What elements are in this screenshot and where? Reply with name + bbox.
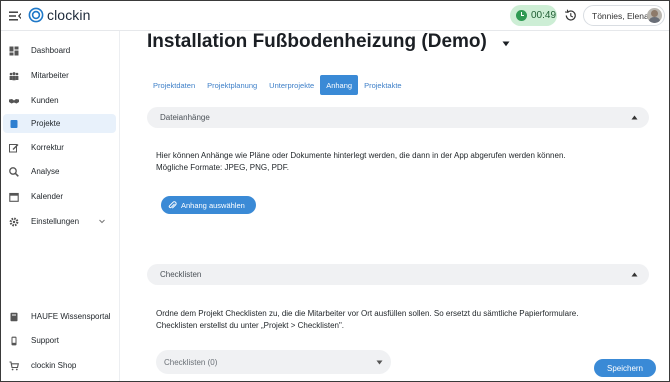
sidebar-item-dashboard[interactable]: Dashboard [3, 41, 116, 60]
handshake-icon [9, 96, 19, 106]
user-menu[interactable]: Tönnies, Elena [583, 5, 665, 26]
button-label: Anhang auswählen [181, 200, 245, 210]
main-content: Installation Fußbodenheizung (Demo) Proj… [121, 31, 669, 381]
paperclip-icon [168, 200, 177, 209]
section-title: Dateianhänge [160, 113, 210, 122]
attachments-section-header[interactable]: Dateianhänge [147, 107, 649, 128]
sidebar-item-kalender[interactable]: Kalender [3, 187, 116, 206]
attachments-description: Hier können Anhänge wie Pläne oder Dokum… [156, 151, 566, 160]
phone-icon [9, 336, 19, 346]
checklists-select[interactable]: Checklisten (0) [156, 350, 391, 374]
sidebar-item-label: Support [31, 336, 60, 345]
sidebar-item-label: Mitarbeiter [31, 71, 69, 80]
sidebar-item-label: Dashboard [31, 46, 71, 55]
save-button[interactable]: Speichern [594, 359, 656, 377]
caret-down-icon [376, 360, 383, 365]
brand-logo[interactable]: clockin [28, 7, 91, 23]
clock-icon [516, 10, 527, 21]
timer-value: 00:49 [531, 10, 557, 21]
tab-projektakte[interactable]: Projektakte [358, 75, 408, 95]
checklists-description: Ordne dem Projekt Checklisten zu, die di… [156, 309, 579, 318]
attachments-formats: Mögliche Formate: JPEG, PNG, PDF. [156, 163, 289, 172]
people-icon [9, 71, 19, 81]
sidebar-item-label: Kalender [31, 192, 64, 201]
search-chart-icon [9, 166, 19, 177]
app-window: clockin 00:49 Tönnies, Elena Dashboard M… [0, 0, 670, 382]
tab-projektplanung[interactable]: Projektplanung [201, 75, 263, 95]
sidebar-item-label: Korrektur [31, 143, 64, 152]
sidebar-item-shop[interactable]: clockin Shop [3, 356, 116, 375]
sidebar-item-haufe[interactable]: HAUFE Wissensportal [3, 307, 116, 326]
sidebar-item-label: clockin Shop [31, 361, 77, 370]
button-label: Speichern [606, 363, 644, 373]
gear-icon [9, 217, 19, 227]
cart-icon [9, 360, 19, 371]
menu-collapse-icon[interactable] [9, 10, 21, 22]
book-icon [9, 312, 19, 322]
tab-unterprojekte[interactable]: Unterprojekte [263, 75, 320, 95]
caret-up-icon [631, 115, 638, 120]
dashboard-icon [9, 46, 19, 56]
edit-icon [9, 143, 19, 153]
sidebar-item-korrektur[interactable]: Korrektur [3, 138, 116, 157]
sidebar-item-support[interactable]: Support [3, 331, 116, 350]
sidebar-item-label: Projekte [31, 119, 61, 128]
brand-name: clockin [47, 7, 91, 23]
calendar-icon [9, 192, 19, 202]
tab-projektdaten[interactable]: Projektdaten [147, 75, 201, 95]
caret-down-icon[interactable] [502, 41, 510, 47]
sidebar-item-label: Kunden [31, 96, 59, 105]
checklists-section-header[interactable]: Checklisten [147, 264, 649, 285]
select-value: Checklisten (0) [164, 357, 218, 367]
select-attachment-button[interactable]: Anhang auswählen [161, 196, 256, 214]
sidebar-item-kunden[interactable]: Kunden [3, 91, 116, 110]
sidebar-item-analyse[interactable]: Analyse [3, 162, 116, 181]
work-timer[interactable]: 00:49 [510, 5, 557, 26]
sidebar-item-projekte[interactable]: Projekte [3, 114, 116, 133]
caret-up-icon [631, 272, 638, 277]
top-bar: clockin 00:49 Tönnies, Elena [1, 1, 669, 31]
chevron-down-icon[interactable] [98, 217, 106, 225]
sidebar-item-einstellungen[interactable]: Einstellungen [3, 212, 116, 231]
sidebar-item-mitarbeiter[interactable]: Mitarbeiter [3, 66, 116, 85]
sidebar: Dashboard Mitarbeiter Kunden Projekte Ko… [1, 31, 120, 381]
project-icon [9, 119, 19, 129]
checklists-hint: Checklisten erstellst du unter „Projekt … [156, 321, 345, 330]
clockin-logo-icon [28, 7, 44, 23]
tab-bar: Projektdaten Projektplanung Unterprojekt… [147, 75, 408, 95]
sidebar-item-label: Analyse [31, 167, 60, 176]
sidebar-item-label: Einstellungen [31, 217, 80, 226]
section-title: Checklisten [160, 270, 202, 279]
avatar [647, 8, 662, 23]
user-name: Tönnies, Elena [592, 10, 649, 21]
history-icon[interactable] [564, 9, 577, 22]
sidebar-item-label: HAUFE Wissensportal [31, 312, 111, 321]
page-title: Installation Fußbodenheizung (Demo) [147, 31, 487, 52]
tab-anhang[interactable]: Anhang [320, 75, 359, 95]
